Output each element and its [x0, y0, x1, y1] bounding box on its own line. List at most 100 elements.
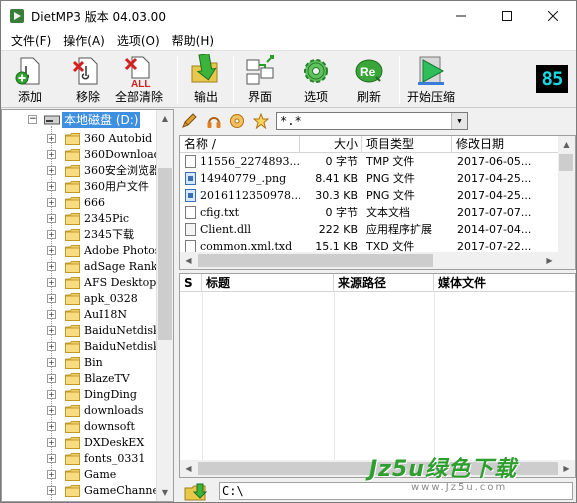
scroll-left-icon[interactable]: ◀ [180, 252, 197, 269]
pencil-icon[interactable] [181, 113, 197, 129]
expand-icon[interactable]: + [47, 134, 56, 143]
scroll-right-icon[interactable]: ▶ [558, 460, 575, 477]
disc-icon[interactable] [229, 113, 245, 129]
queue-hscrollbar[interactable]: ◀ ▶ [180, 460, 575, 477]
col-source-path[interactable]: 来源路径 [334, 274, 434, 292]
tree-scroll-thumb[interactable] [158, 168, 172, 340]
menu-options[interactable]: 选项(O) [111, 31, 166, 51]
clear-all-button[interactable]: ALL 全部清除 [115, 54, 163, 106]
file-row[interactable]: 11556_2274893... 0 字节 TMP 文件 2017-06-05... [180, 153, 560, 170]
tree-folder-item[interactable]: +666 [2, 195, 162, 211]
col-status[interactable]: S [180, 274, 202, 292]
expand-icon[interactable]: + [47, 246, 56, 255]
file-list-vscroll-thumb[interactable] [559, 154, 573, 171]
col-date[interactable]: 修改日期 [452, 136, 560, 153]
menu-action[interactable]: 操作(A) [57, 31, 111, 51]
expand-icon[interactable]: + [47, 406, 56, 415]
folder-tree[interactable]: − 本地磁盘 (D:) +360 Autobid +360Downloads +36… [1, 109, 174, 502]
file-filter-combo[interactable]: *.* ▼ [276, 112, 468, 130]
add-button[interactable]: 添加 [13, 54, 47, 106]
queue-hscroll-thumb[interactable] [198, 462, 558, 475]
output-button[interactable]: 输出 [189, 54, 223, 106]
menu-help[interactable]: 帮助(H) [166, 31, 220, 51]
output-path-field[interactable]: C:\ [219, 482, 573, 500]
expand-icon[interactable]: + [47, 182, 56, 191]
tree-folder-item[interactable]: + fonts_0331 [2, 451, 162, 467]
file-row[interactable]: 2016112350978... 30.3 KB PNG 文件 2017-04-25.… [180, 187, 560, 204]
star-icon[interactable] [253, 113, 269, 129]
expand-icon[interactable]: + [47, 470, 56, 479]
expand-icon[interactable]: + [47, 390, 56, 399]
minimize-button[interactable] [438, 1, 484, 31]
tree-folder-item[interactable]: +360安全浏览器 [2, 163, 162, 179]
file-row[interactable]: cfig.txt 0 字节 文本文档 2017-07-07... [180, 204, 560, 221]
tree-root-drive[interactable]: − 本地磁盘 (D:) [28, 112, 158, 128]
expand-icon[interactable]: + [47, 358, 56, 367]
start-compress-button[interactable]: 开始压缩 [407, 54, 455, 106]
tree-folder-item[interactable]: + AuI18N [2, 307, 162, 323]
expand-icon[interactable]: + [47, 422, 56, 431]
tree-folder-item[interactable]: +2345下载 [2, 227, 162, 243]
expand-icon[interactable]: + [47, 294, 56, 303]
tree-folder-item[interactable]: + AFS Desktop [2, 275, 162, 291]
expand-icon[interactable]: + [47, 230, 56, 239]
file-list-hscrollbar[interactable]: ◀ ▶ [180, 252, 575, 269]
expand-icon[interactable]: + [47, 262, 56, 271]
tree-folder-item[interactable]: +360用户文件 [2, 179, 162, 195]
tree-folder-item[interactable]: + downloads [2, 403, 162, 419]
scroll-up-icon[interactable]: ▲ [157, 110, 173, 127]
title-bar[interactable]: DietMP3 版本 04.03.00 [1, 1, 576, 31]
options-button[interactable]: 选项 [299, 54, 333, 106]
tree-folder-item[interactable]: + DXDeskEX [2, 435, 162, 451]
tree-folder-item[interactable]: +GameChannelD [2, 499, 171, 501]
file-list[interactable]: 名称 / 大小 项目类型 修改日期 11556_2274893... 0 字节 TM… [179, 135, 576, 270]
tree-folder-item[interactable]: +360Downloads [2, 147, 166, 163]
scroll-right-icon[interactable]: ▶ [541, 252, 558, 269]
expand-icon[interactable]: + [47, 166, 56, 175]
col-media-file[interactable]: 媒体文件 [434, 274, 575, 292]
expand-icon[interactable]: + [47, 438, 56, 447]
expand-icon[interactable]: + [47, 214, 56, 223]
tree-folder-item[interactable]: + apk_0328 [2, 291, 162, 307]
expand-icon[interactable]: + [47, 374, 56, 383]
tree-folder-item[interactable]: + Bin [2, 355, 162, 371]
tree-folder-item[interactable]: +360 Autobid [2, 131, 162, 147]
interface-button[interactable]: 界面 [243, 54, 277, 106]
tree-folder-item[interactable]: +2345Pic [2, 211, 162, 227]
maximize-button[interactable] [484, 1, 530, 31]
expand-icon[interactable]: + [47, 486, 56, 495]
expand-icon[interactable]: + [47, 310, 56, 319]
tree-folder-item[interactable]: + DingDing [2, 387, 162, 403]
remove-button[interactable]: 移除 [71, 54, 105, 106]
refresh-button[interactable]: Re 刷新 [352, 54, 386, 106]
dropdown-arrow-icon[interactable]: ▼ [451, 113, 467, 129]
expand-icon[interactable]: + [47, 342, 56, 351]
tree-folder-item[interactable]: + Game [2, 467, 162, 483]
col-type[interactable]: 项目类型 [362, 136, 452, 153]
expand-icon[interactable]: + [47, 198, 56, 207]
expand-icon[interactable]: + [47, 454, 56, 463]
tree-folder-item[interactable]: + BlazeTV [2, 371, 162, 387]
col-name[interactable]: 名称 / [180, 136, 300, 153]
scroll-up-icon[interactable]: ▲ [558, 136, 575, 153]
tree-scrollbar[interactable]: ▲ ▼ [156, 110, 173, 501]
file-row[interactable]: Client.dll 222 KB 应用程序扩展 2014-07-04... [180, 221, 560, 238]
col-size[interactable]: 大小 [300, 136, 362, 153]
expand-icon[interactable]: + [47, 278, 56, 287]
col-title[interactable]: 标题 [202, 274, 334, 292]
tree-folder-item[interactable]: + GameChannel ' [2, 483, 169, 499]
collapse-icon[interactable]: − [28, 115, 37, 124]
file-row[interactable]: 14940779_.png 8.41 KB PNG 文件 2017-04-25... [180, 170, 560, 187]
headphones-icon[interactable] [206, 113, 222, 129]
close-button[interactable] [530, 1, 576, 31]
scroll-down-icon[interactable]: ▼ [157, 484, 173, 501]
output-folder-icon[interactable] [183, 483, 213, 501]
expand-icon[interactable]: + [47, 326, 56, 335]
scroll-left-icon[interactable]: ◀ [180, 460, 197, 477]
conversion-queue[interactable]: S 标题 来源路径 媒体文件 ◀ ▶ [179, 273, 576, 478]
tree-folder-item[interactable]: + BaiduNetdisk [2, 323, 162, 339]
tree-folder-item[interactable]: + adSage RankH [2, 259, 167, 275]
file-list-vscrollbar[interactable]: ▲ [558, 136, 575, 253]
file-list-hscroll-thumb[interactable] [198, 254, 433, 267]
tree-folder-item[interactable]: + BaiduNetdisk [2, 339, 162, 355]
